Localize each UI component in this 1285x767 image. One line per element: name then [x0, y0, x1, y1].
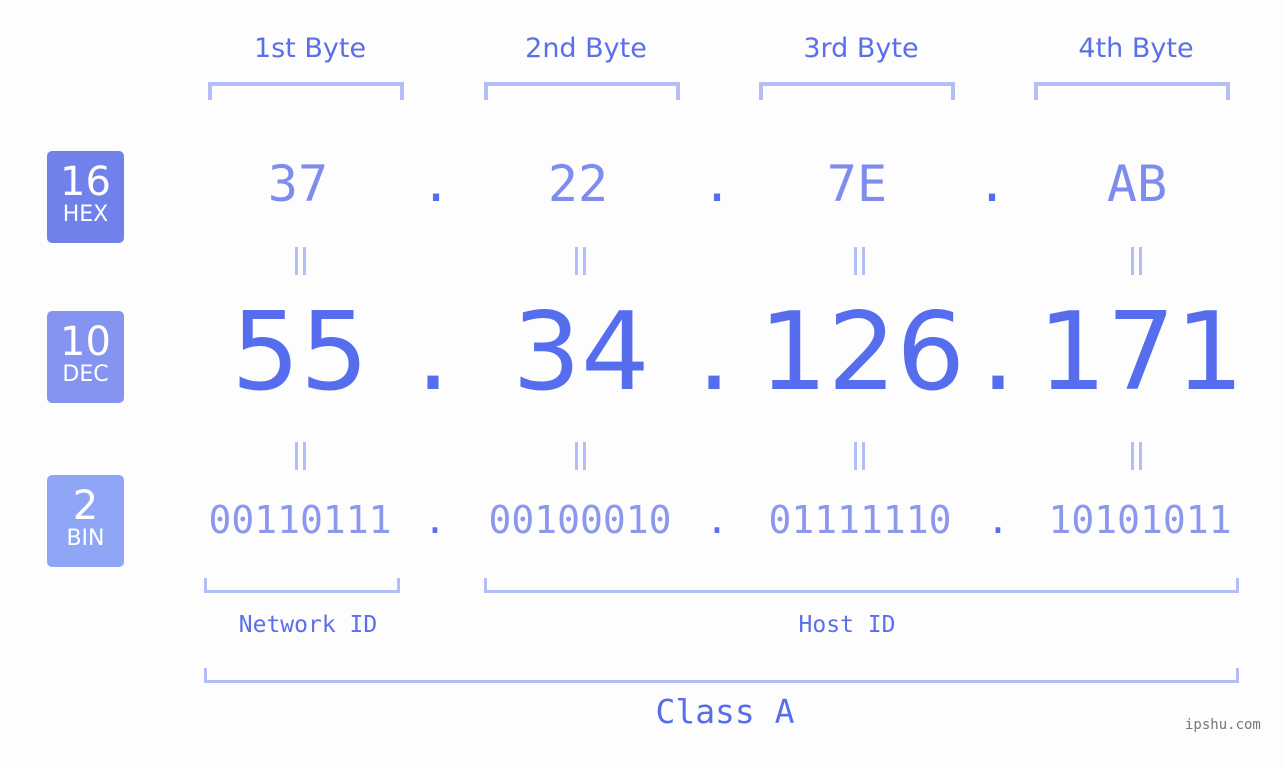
dec-separator: .	[696, 290, 732, 415]
hex-value-2: 22	[547, 155, 609, 213]
dec-badge-number: 10	[60, 319, 111, 365]
class-label: Class A	[655, 692, 795, 731]
hex-separator: .	[420, 155, 452, 213]
bin-badge-number: 2	[72, 483, 99, 529]
host-id-bracket	[484, 578, 1239, 593]
dec-separator: .	[980, 290, 1016, 415]
dec-value-1: 55	[231, 290, 369, 415]
bin-badge: 2 BIN	[47, 475, 124, 567]
bin-value-3: 01111110	[768, 498, 952, 542]
equals-icon	[572, 247, 588, 275]
byte-header-3: 3rd Byte	[803, 33, 919, 64]
bin-separator: .	[705, 498, 729, 542]
dec-value-2: 34	[512, 290, 650, 415]
equals-icon	[292, 247, 308, 275]
byte-header-2: 2nd Byte	[525, 33, 647, 64]
hex-value-3: 7E	[826, 155, 888, 213]
equals-icon	[1128, 442, 1144, 470]
byte-bracket-4	[1034, 82, 1230, 100]
dec-value-4: 171	[1037, 290, 1245, 415]
hex-value-4: AB	[1106, 155, 1168, 213]
dec-badge: 10 DEC	[47, 311, 124, 403]
bin-value-1: 00110111	[208, 498, 392, 542]
hex-separator: .	[976, 155, 1008, 213]
bin-value-4: 10101011	[1048, 498, 1232, 542]
hex-badge: 16 HEX	[47, 151, 124, 243]
equals-icon	[851, 247, 867, 275]
watermark: ipshu.com	[1185, 717, 1261, 733]
dec-badge-label: DEC	[62, 362, 109, 387]
hex-separator: .	[701, 155, 733, 213]
dec-value-3: 126	[758, 290, 966, 415]
network-id-bracket	[204, 578, 400, 593]
byte-bracket-2	[484, 82, 680, 100]
equals-icon	[851, 442, 867, 470]
dec-separator: .	[415, 290, 451, 415]
hex-badge-number: 16	[60, 159, 111, 205]
hex-value-1: 37	[267, 155, 329, 213]
byte-header-1: 1st Byte	[253, 33, 367, 64]
host-id-label: Host ID	[798, 612, 896, 638]
bin-value-2: 00100010	[488, 498, 672, 542]
network-id-label: Network ID	[238, 612, 378, 638]
equals-icon	[1128, 247, 1144, 275]
byte-header-4: 4th Byte	[1078, 33, 1194, 64]
bin-separator: .	[986, 498, 1010, 542]
class-bracket	[204, 668, 1239, 683]
equals-icon	[292, 442, 308, 470]
hex-badge-label: HEX	[62, 202, 109, 227]
bin-separator: .	[423, 498, 447, 542]
byte-bracket-1	[208, 82, 404, 100]
equals-icon	[572, 442, 588, 470]
bin-badge-label: BIN	[66, 526, 105, 551]
byte-bracket-3	[759, 82, 955, 100]
